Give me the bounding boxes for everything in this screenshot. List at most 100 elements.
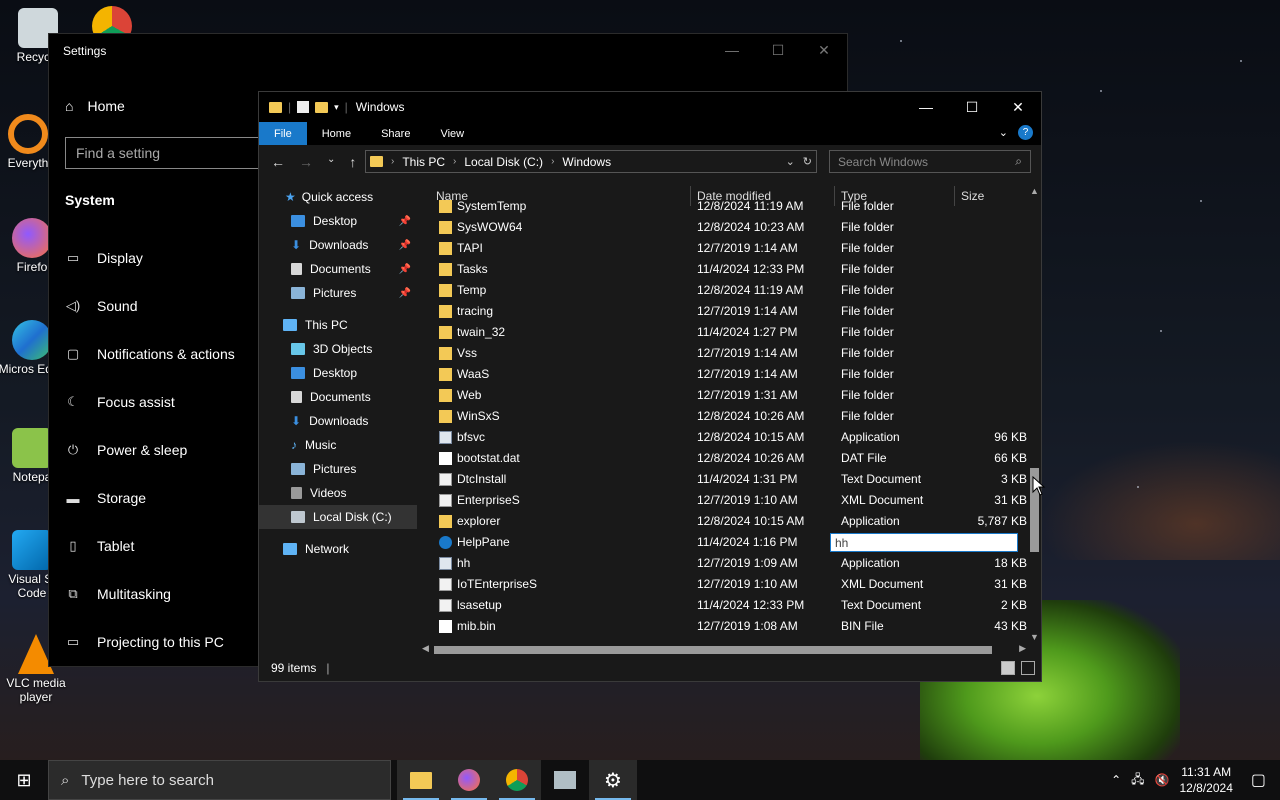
pin-icon[interactable]: 📌 — [399, 216, 411, 227]
settings-home-link[interactable]: ⌂ Home — [65, 98, 125, 114]
scroll-down-icon[interactable]: ▼ — [1030, 632, 1039, 642]
large-icons-view-icon[interactable] — [1021, 661, 1035, 675]
maximize-icon[interactable]: ☐ — [755, 34, 801, 66]
notifications-icon[interactable]: ▢ — [1251, 770, 1266, 790]
file-row[interactable]: lsasetup 11/4/2024 12:33 PM Text Document 2… — [419, 595, 1031, 616]
pin-icon[interactable]: 📌 — [399, 288, 411, 299]
search-input[interactable]: Search Windows ⌕ — [829, 150, 1031, 173]
close-icon[interactable]: ✕ — [995, 92, 1041, 122]
settings-item-projecting[interactable]: ▭ Projecting to this PC — [65, 618, 255, 666]
recent-locations-icon[interactable]: ⌄ — [327, 154, 335, 170]
chevron-down-icon[interactable]: ⌄ — [786, 155, 795, 168]
nav-this-pc[interactable]: This PC — [259, 313, 417, 337]
file-row[interactable]: SysWOW64 12/8/2024 10:23 AM File folder — [419, 217, 1031, 238]
taskbar-file-explorer[interactable] — [397, 760, 445, 800]
volume-muted-icon[interactable]: 🔇 — [1155, 773, 1170, 787]
file-row[interactable]: explorer 12/8/2024 10:15 AM Application 5,7… — [419, 511, 1031, 532]
horizontal-scrollbar[interactable]: ◀ ▶ — [420, 643, 1028, 657]
nav-item-downloads[interactable]: ⬇ Downloads 📌 — [259, 233, 417, 257]
tab-share[interactable]: Share — [366, 122, 425, 145]
up-arrow-icon[interactable]: ↑ — [349, 154, 356, 170]
vertical-scrollbar[interactable]: ▲ ▼ — [1028, 186, 1041, 642]
taskbar-search[interactable]: ⌕ Type here to search — [48, 760, 391, 800]
taskbar-settings[interactable]: ⚙ — [589, 760, 637, 800]
file-row[interactable]: Tasks 11/4/2024 12:33 PM File folder — [419, 259, 1031, 280]
minimize-icon[interactable]: — — [903, 92, 949, 122]
network-icon[interactable]: 🖧 — [1131, 770, 1144, 791]
nav-item-pictures[interactable]: Pictures 📌 — [259, 281, 417, 305]
breadcrumb-windows[interactable]: Windows — [562, 155, 611, 169]
scrollbar-thumb[interactable] — [434, 646, 992, 654]
clock[interactable]: 11:31 AM 12/8/2024 — [1179, 764, 1232, 796]
breadcrumb-this-pc[interactable]: This PC — [402, 155, 445, 169]
scroll-right-icon[interactable]: ▶ — [1019, 643, 1026, 654]
nav-item-desktop[interactable]: Desktop 📌 — [259, 209, 417, 233]
file-row[interactable]: Temp 12/8/2024 11:19 AM File folder — [419, 280, 1031, 301]
file-row[interactable]: DtcInstall 11/4/2024 1:31 PM Text Document… — [419, 469, 1031, 490]
file-row[interactable]: Web 12/7/2019 1:31 AM File folder — [419, 385, 1031, 406]
pin-icon[interactable]: 📌 — [399, 264, 411, 275]
nav-item-documents[interactable]: Documents 📌 — [259, 257, 417, 281]
nav-item-desktop[interactable]: Desktop — [259, 361, 417, 385]
scroll-up-icon[interactable]: ▲ — [1030, 186, 1039, 196]
file-row[interactable]: mib.bin 12/7/2019 1:08 AM BIN File 43 KB — [419, 616, 1031, 637]
tab-view[interactable]: View — [425, 122, 479, 145]
expand-ribbon-icon[interactable]: ⌄ — [999, 126, 1008, 139]
pin-icon[interactable]: 📌 — [399, 240, 411, 251]
settings-search-input[interactable]: Find a setting — [65, 137, 265, 169]
breadcrumb-local-disk[interactable]: Local Disk (C:) — [464, 155, 543, 169]
nav-item-documents[interactable]: Documents — [259, 385, 417, 409]
details-view-icon[interactable] — [1001, 661, 1015, 675]
settings-item-sound[interactable]: ◁) Sound — [65, 282, 255, 330]
properties-icon[interactable] — [297, 101, 310, 113]
help-icon[interactable]: ? — [1018, 125, 1033, 140]
nav-item-pictures[interactable]: Pictures — [259, 457, 417, 481]
file-row[interactable]: WaaS 12/7/2019 1:14 AM File folder — [419, 364, 1031, 385]
file-row[interactable]: SystemTemp 12/8/2024 11:19 AM File folder — [419, 196, 1031, 217]
nav-network[interactable]: Network — [259, 537, 417, 561]
file-row[interactable]: Vss 12/7/2019 1:14 AM File folder — [419, 343, 1031, 364]
settings-item-storage[interactable]: ▬ Storage — [65, 474, 255, 522]
file-row[interactable]: IoTEnterpriseS 12/7/2019 1:10 AM XML Docum… — [419, 574, 1031, 595]
file-row[interactable]: EnterpriseS 12/7/2019 1:10 AM XML Document… — [419, 490, 1031, 511]
start-button[interactable]: ⊞ — [0, 760, 48, 800]
settings-item-power-sleep[interactable]: ⏻ Power & sleep — [65, 426, 255, 474]
nav-item-music[interactable]: ♪ Music — [259, 433, 417, 457]
file-row[interactable]: tracing 12/7/2019 1:14 AM File folder — [419, 301, 1031, 322]
taskbar-firefox[interactable] — [445, 760, 493, 800]
settings-item-multitasking[interactable]: ⧉ Multitasking — [65, 570, 255, 618]
scroll-left-icon[interactable]: ◀ — [422, 643, 429, 654]
file-row[interactable]: WinSxS 12/8/2024 10:26 AM File folder — [419, 406, 1031, 427]
tab-file[interactable]: File — [259, 122, 307, 145]
chevron-up-icon[interactable]: ⌃ — [1111, 773, 1121, 787]
settings-item-focus-assist[interactable]: ☾ Focus assist — [65, 378, 255, 426]
file-row[interactable]: hh 12/7/2019 1:09 AM Application 18 KB — [419, 553, 1031, 574]
forward-arrow-icon[interactable]: → — [299, 154, 313, 170]
customize-toolbar-icon[interactable]: ▾ — [334, 102, 339, 113]
file-name: tracing — [457, 304, 494, 318]
nav-item-downloads[interactable]: ⬇ Downloads — [259, 409, 417, 433]
nav-item-3d-objects[interactable]: 3D Objects — [259, 337, 417, 361]
settings-item-tablet[interactable]: ▯ Tablet — [65, 522, 255, 570]
settings-item-notifications[interactable]: ▢ Notifications & actions — [65, 330, 255, 378]
taskbar-app[interactable] — [541, 760, 589, 800]
tab-home[interactable]: Home — [307, 122, 366, 145]
close-icon[interactable]: ✕ — [801, 34, 847, 66]
file-row[interactable]: bootstat.dat 12/8/2024 10:26 AM DAT File 66… — [419, 448, 1031, 469]
nav-item-local-disk[interactable]: Local Disk (C:) — [259, 505, 417, 529]
minimize-icon[interactable]: — — [709, 34, 755, 66]
address-bar[interactable]: › This PC › Local Disk (C:) › Windows ⌄ … — [365, 150, 817, 173]
refresh-icon[interactable]: ↻ — [803, 155, 812, 168]
nav-quick-access[interactable]: ★ Quick access — [259, 185, 417, 209]
file-row[interactable]: TAPI 12/7/2019 1:14 AM File folder — [419, 238, 1031, 259]
file-name: DtcInstall — [457, 472, 507, 486]
new-folder-icon[interactable] — [315, 101, 329, 113]
file-row[interactable]: twain_32 11/4/2024 1:27 PM File folder — [419, 322, 1031, 343]
taskbar-chrome[interactable] — [493, 760, 541, 800]
maximize-icon[interactable]: ☐ — [949, 92, 995, 122]
nav-item-videos[interactable]: Videos — [259, 481, 417, 505]
file-row[interactable]: bfsvc 12/8/2024 10:15 AM Application 96 KB — [419, 427, 1031, 448]
rename-input[interactable]: hh — [830, 533, 1018, 552]
settings-item-display[interactable]: ▭ Display — [65, 234, 255, 282]
back-arrow-icon[interactable]: ← — [271, 154, 285, 170]
